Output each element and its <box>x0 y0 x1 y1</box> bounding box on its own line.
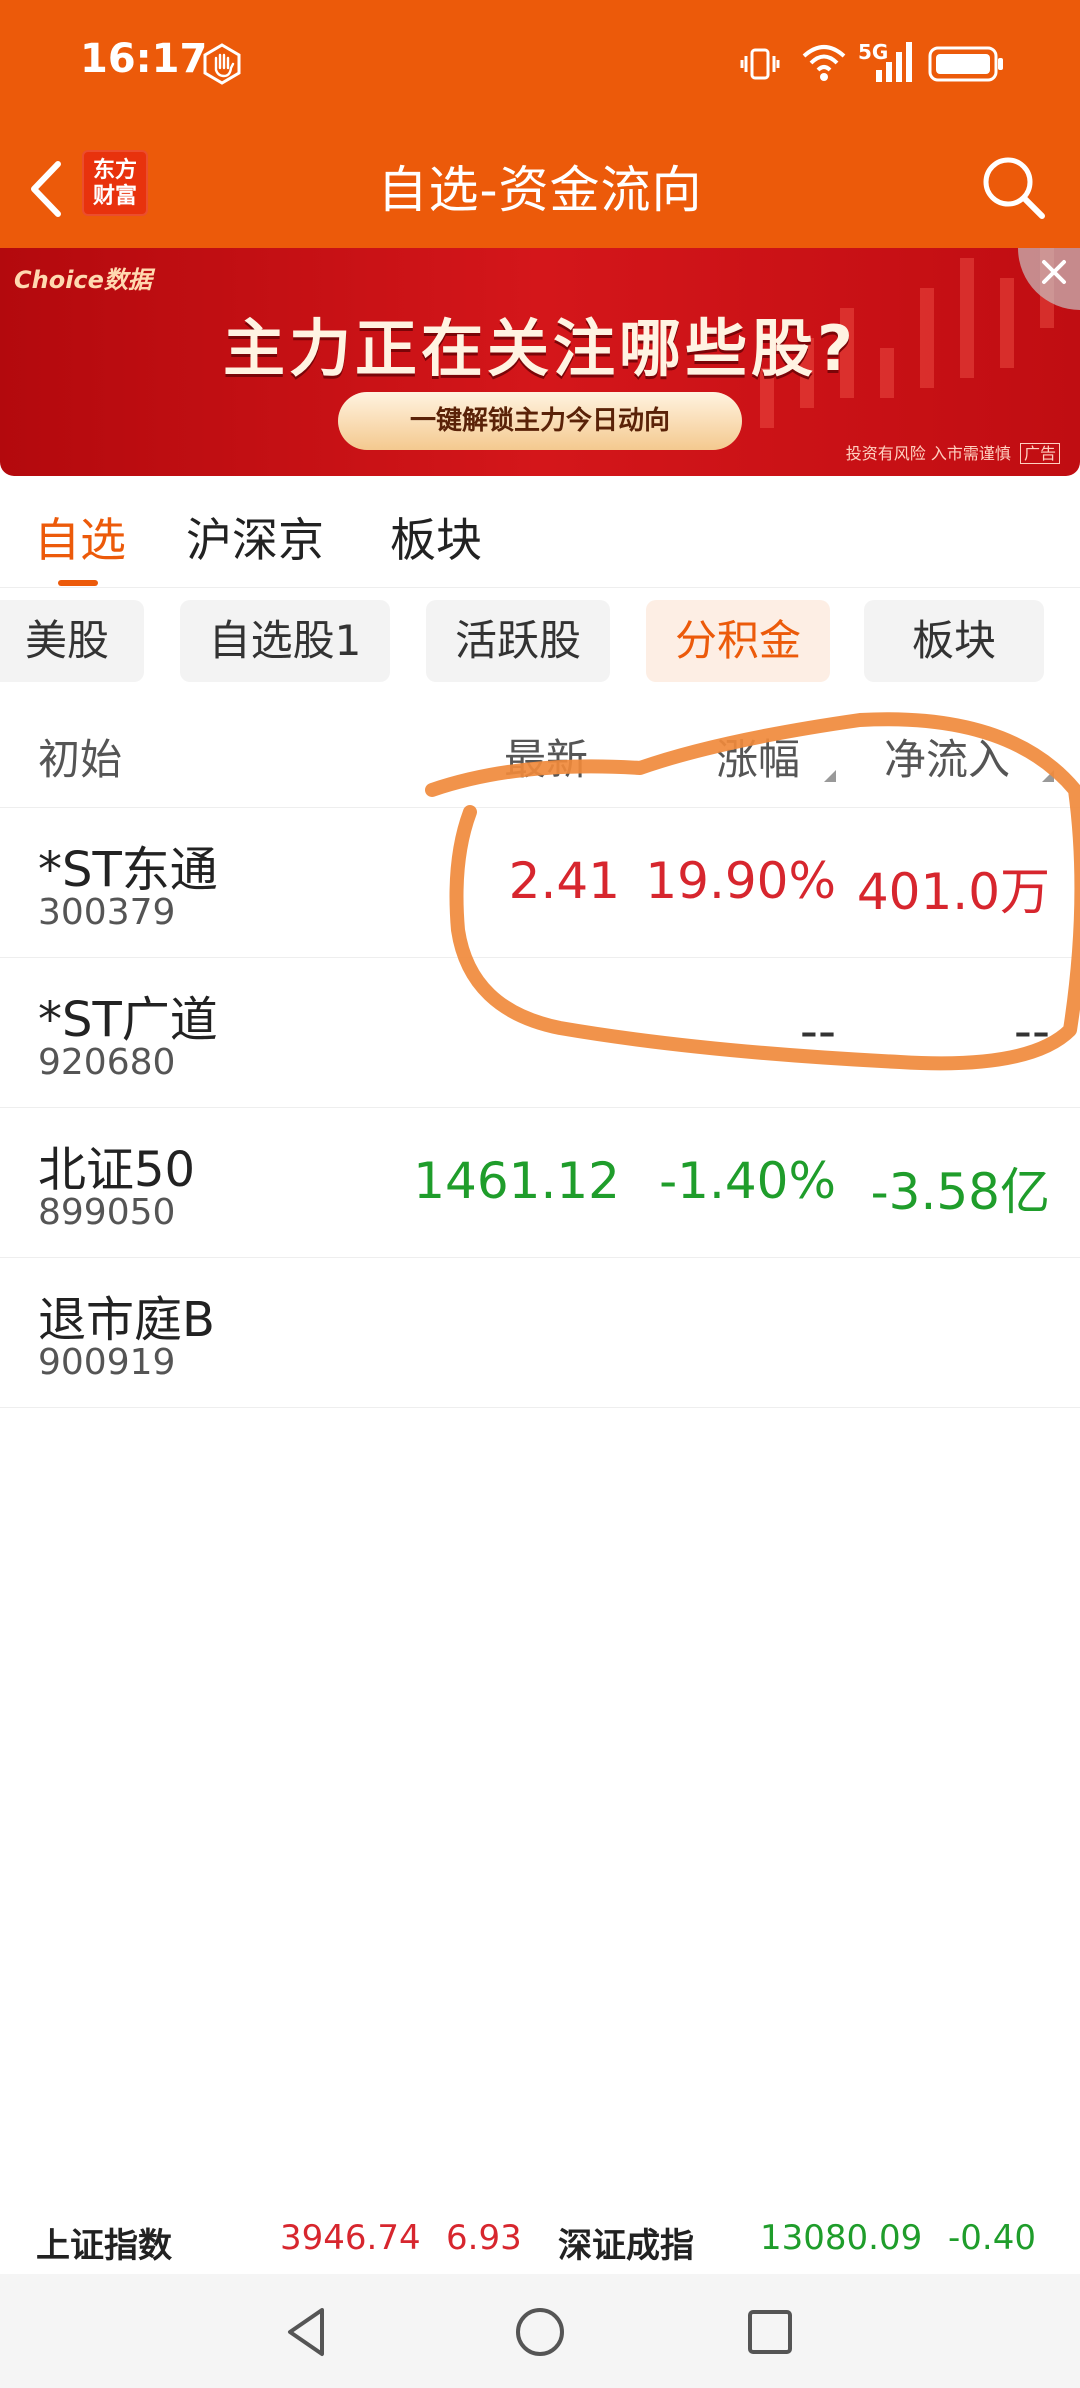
table-row[interactable]: 退市庭B 900919 <box>0 1258 1080 1408</box>
col-latest[interactable]: 最新 <box>504 726 588 787</box>
sort-arrow-icon <box>1042 770 1054 782</box>
choice-brand: Choice数据 <box>14 266 152 294</box>
system-nav-bar <box>0 2274 1080 2388</box>
change-percent: -1.40% <box>659 1152 836 1210</box>
tab-watchlist[interactable]: 自选 <box>34 504 126 570</box>
table-header: 初始 最新 涨幅 净流入 <box>0 700 1080 808</box>
col-change[interactable]: 涨幅 <box>716 726 800 787</box>
battery-icon <box>928 46 1003 82</box>
banner-headline: 主力正在关注哪些股? <box>223 312 857 385</box>
status-bar: 16:17 5G <box>0 0 1080 130</box>
nav-back-icon[interactable] <box>278 2302 338 2362</box>
table-row[interactable]: 北证50 899050 1461.12 -1.40% -3.58亿 <box>0 1108 1080 1258</box>
col-net-inflow[interactable]: 净流入 <box>884 726 1010 787</box>
sh-index-value: 3946.74 <box>280 2218 421 2258</box>
search-icon[interactable] <box>976 150 1050 224</box>
nav-recents-icon[interactable] <box>740 2302 800 2362</box>
banner-cta-button[interactable]: 一键解锁主力今日动向 <box>338 392 742 450</box>
table-row[interactable]: *ST东通 300379 2.41 19.90% 401.0万 <box>0 808 1080 958</box>
status-time: 16:17 <box>80 36 208 82</box>
chip-sectors[interactable]: 板块 <box>864 600 1044 682</box>
stock-name: 北证50 <box>38 1142 196 1198</box>
signal-icon <box>876 42 912 82</box>
sz-index-change: -0.40 <box>948 2218 1036 2258</box>
risk-text: 投资有风险 入市需谨慎 <box>845 444 1011 463</box>
stock-name: *ST东通 <box>38 842 218 898</box>
vibrate-icon <box>740 48 780 80</box>
risk-disclaimer: 投资有风险 入市需谨慎 广告 <box>846 440 1060 464</box>
sort-arrow-icon <box>824 770 836 782</box>
watchlist-group-chips: 美股 自选股1 活跃股 分积金 板块 <box>0 596 1080 688</box>
stock-code: 920680 <box>38 1042 176 1083</box>
app-header-bar: 16:17 5G 东方 财富 自选-资金流向 <box>0 0 1080 248</box>
ad-tag: 广告 <box>1019 443 1060 464</box>
sh-index-label: 上证指数 <box>36 2226 172 2266</box>
net-inflow: -3.58亿 <box>870 1163 1050 1221</box>
tab-sectors[interactable]: 板块 <box>390 504 482 570</box>
close-icon <box>1042 260 1066 284</box>
table-row[interactable]: *ST广道 920680 -- -- <box>0 958 1080 1108</box>
hand-icon <box>203 43 241 85</box>
wifi-icon <box>802 45 846 81</box>
index-ticker[interactable]: 上证指数 3946.74 6.93 深证成指 13080.09 -0.40 <box>0 2206 1080 2274</box>
stock-code: 900919 <box>38 1342 176 1383</box>
sz-index-label: 深证成指 <box>558 2226 694 2266</box>
change-percent: 19.90% <box>645 852 836 910</box>
chip-us-stocks[interactable]: 美股 <box>0 600 144 682</box>
banner-close-button[interactable] <box>1018 248 1080 310</box>
change-percent: -- <box>799 1002 836 1060</box>
page-title: 自选-资金流向 <box>377 161 703 219</box>
latest-price: 1461.12 <box>413 1152 620 1210</box>
stock-name: *ST广道 <box>38 992 218 1048</box>
net-inflow: 401.0万 <box>856 863 1050 921</box>
stock-code: 899050 <box>38 1192 176 1233</box>
market-tabs: 自选 沪深京 板块 <box>0 476 1080 588</box>
chip-watchlist-1[interactable]: 自选股1 <box>180 600 390 682</box>
col-initial[interactable]: 初始 <box>38 726 122 787</box>
net-inflow: -- <box>1013 1002 1050 1060</box>
stock-code: 300379 <box>38 892 176 933</box>
nav-header: 东方 财富 自选-资金流向 <box>0 130 1080 248</box>
promo-banner[interactable]: Choice数据 主力正在关注哪些股? 一键解锁主力今日动向 投资有风险 入市需… <box>0 248 1080 476</box>
latest-price: 2.41 <box>508 852 620 910</box>
chip-active-stocks[interactable]: 活跃股 <box>426 600 610 682</box>
nav-home-icon[interactable] <box>510 2302 570 2362</box>
sh-index-change: 6.93 <box>446 2218 522 2258</box>
stock-name: 退市庭B <box>38 1292 215 1348</box>
active-tab-indicator <box>58 580 98 586</box>
chip-fenjijin[interactable]: 分积金 <box>646 600 830 682</box>
tab-hushenjing[interactable]: 沪深京 <box>186 504 324 570</box>
sz-index-value: 13080.09 <box>760 2218 923 2258</box>
